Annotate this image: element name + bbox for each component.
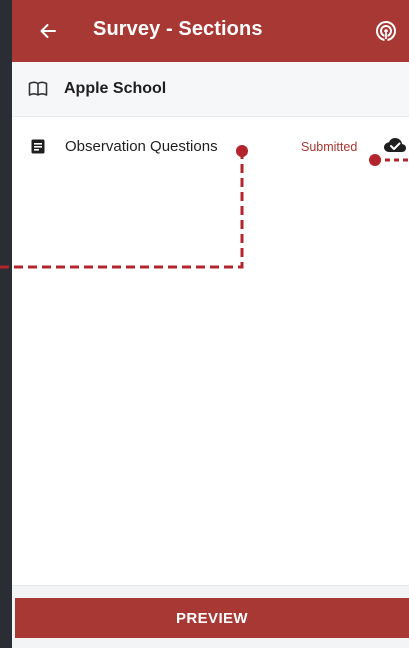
back-button[interactable]: [34, 17, 62, 45]
page-title: Survey - Sections: [93, 18, 263, 40]
arrow-left-icon: [40, 24, 56, 38]
cloud-check-icon: [384, 138, 406, 152]
broadcast-sync-icon: [376, 21, 396, 41]
section-status: Submitted: [301, 140, 358, 154]
preview-button[interactable]: PREVIEW: [15, 598, 409, 638]
footer-bar: PREVIEW: [12, 585, 409, 648]
app-bar: Survey - Sections: [12, 0, 409, 62]
app-screen: Survey - Sections Apple School Observati…: [12, 0, 409, 648]
school-name: Apple School: [64, 80, 167, 97]
document-icon: [31, 139, 45, 154]
school-header: Apple School: [12, 62, 409, 117]
book-open-icon: [28, 81, 48, 96]
content-area: [12, 173, 409, 585]
sync-button[interactable]: [372, 17, 400, 45]
section-list-item[interactable]: Observation Questions Submitted: [12, 117, 409, 173]
section-name: Observation Questions: [65, 138, 218, 155]
left-edge-strip: [0, 0, 12, 648]
